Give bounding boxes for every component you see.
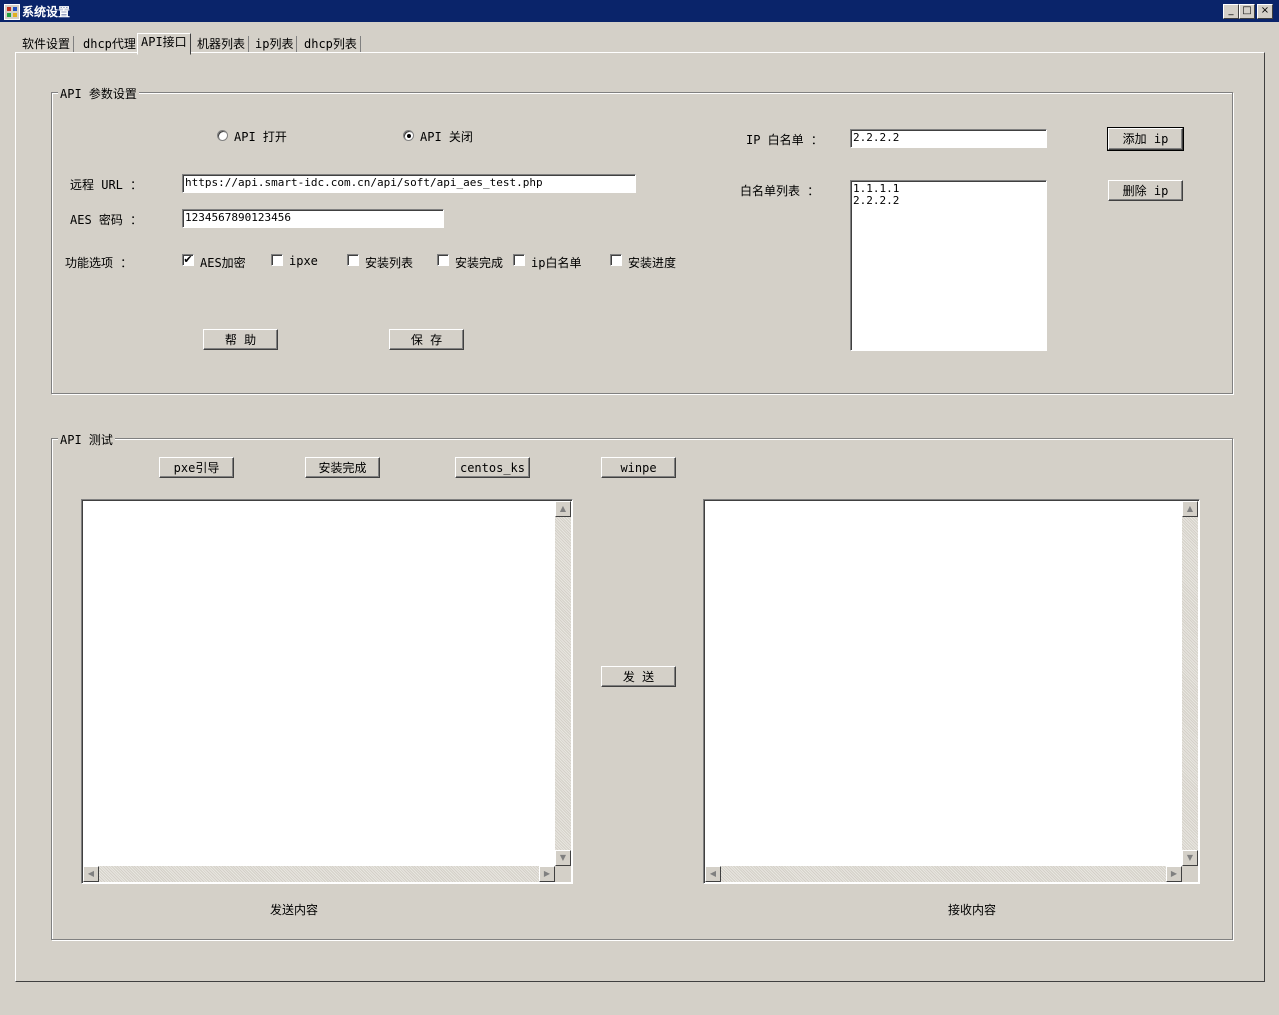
- install-complete-button[interactable]: 安装完成: [305, 457, 380, 478]
- api-test-legend: API 测试: [58, 431, 115, 448]
- centos-ks-button[interactable]: centos_ks: [455, 457, 530, 478]
- delete-ip-button[interactable]: 删除 ip: [1108, 180, 1183, 201]
- url-input[interactable]: https://api.smart-idc.com.cn/api/soft/ap…: [182, 174, 636, 193]
- scroll-corner: [555, 866, 571, 882]
- scroll-right-icon[interactable]: ▶: [539, 866, 555, 882]
- receive-content-label: 接收内容: [948, 903, 997, 917]
- ip-whitelist-checkbox[interactable]: [513, 254, 525, 266]
- add-ip-button[interactable]: 添加 ip: [1107, 127, 1184, 151]
- receive-content-textarea[interactable]: ▲ ▼ ◀ ▶: [703, 499, 1200, 884]
- install-list-label[interactable]: 安装列表: [365, 254, 413, 271]
- send-button[interactable]: 发 送: [601, 666, 676, 687]
- winpe-button[interactable]: winpe: [601, 457, 676, 478]
- scroll-right-icon[interactable]: ▶: [1166, 866, 1182, 882]
- window-title: 系统设置: [22, 5, 71, 19]
- scroll-down-icon[interactable]: ▼: [555, 850, 571, 866]
- aes-password-input[interactable]: 1234567890123456: [182, 209, 444, 228]
- scroll-up-icon[interactable]: ▲: [1182, 501, 1198, 517]
- send-vertical-scrollbar[interactable]: ▲ ▼: [555, 501, 571, 866]
- api-open-radio[interactable]: [217, 130, 228, 141]
- scroll-up-icon[interactable]: ▲: [555, 501, 571, 517]
- tab-dhcp-proxy[interactable]: dhcp代理: [80, 36, 140, 53]
- install-list-checkbox[interactable]: [347, 254, 359, 266]
- receive-vertical-scrollbar[interactable]: ▲ ▼: [1182, 501, 1198, 866]
- maximize-button[interactable]: □: [1239, 4, 1255, 19]
- ipxe-checkbox[interactable]: [271, 254, 283, 266]
- ip-whitelist-label: IP 白名单 ：: [746, 133, 823, 147]
- send-horizontal-scrollbar[interactable]: ◀ ▶: [83, 866, 555, 882]
- title-bar[interactable]: 系统设置 _ □ ×: [0, 0, 1279, 22]
- send-content-textarea[interactable]: ▲ ▼ ◀ ▶: [81, 499, 573, 884]
- url-label: 远程 URL ：: [70, 178, 143, 192]
- install-progress-checkbox[interactable]: [610, 254, 622, 266]
- receive-content-text: [705, 501, 1182, 866]
- whitelist-list-label: 白名单列表 ：: [740, 184, 820, 198]
- ipxe-label[interactable]: ipxe: [289, 254, 318, 268]
- tab-ip-list[interactable]: ip列表: [252, 36, 298, 53]
- tab-dhcp-list[interactable]: dhcp列表: [301, 36, 361, 53]
- api-open-label[interactable]: API 打开: [234, 128, 287, 145]
- api-settings-legend: API 参数设置: [58, 85, 139, 102]
- ip-whitelist-option-label[interactable]: ip白名单: [531, 254, 581, 271]
- options-label: 功能选项 ：: [65, 256, 133, 270]
- aes-encrypt-label[interactable]: AES加密: [200, 254, 246, 271]
- help-button[interactable]: 帮 助: [203, 329, 278, 350]
- pxe-boot-button[interactable]: pxe引导: [159, 457, 234, 478]
- send-content-label: 发送内容: [270, 903, 319, 917]
- scroll-corner: [1182, 866, 1198, 882]
- api-close-label[interactable]: API 关闭: [420, 128, 473, 145]
- api-close-radio[interactable]: [403, 130, 414, 141]
- install-complete-checkbox[interactable]: [437, 254, 449, 266]
- aes-encrypt-checkbox[interactable]: ✔: [182, 254, 194, 266]
- ip-whitelist-input[interactable]: 2.2.2.2: [850, 129, 1047, 148]
- send-content-text: [83, 501, 555, 866]
- aes-label: AES 密码 ：: [70, 213, 143, 227]
- whitelist-listbox[interactable]: 1.1.1.1 2.2.2.2: [850, 180, 1047, 351]
- install-progress-label[interactable]: 安装进度: [628, 254, 676, 271]
- tab-software-settings[interactable]: 软件设置: [19, 36, 75, 53]
- tab-machine-list[interactable]: 机器列表: [194, 36, 250, 53]
- receive-horizontal-scrollbar[interactable]: ◀ ▶: [705, 866, 1182, 882]
- app-icon: [4, 4, 20, 20]
- tab-api[interactable]: API接口: [137, 33, 191, 55]
- scroll-left-icon[interactable]: ◀: [83, 866, 99, 882]
- install-complete-label[interactable]: 安装完成: [455, 254, 503, 271]
- scroll-down-icon[interactable]: ▼: [1182, 850, 1198, 866]
- close-button[interactable]: ×: [1257, 4, 1273, 19]
- scroll-left-icon[interactable]: ◀: [705, 866, 721, 882]
- minimize-button[interactable]: _: [1223, 4, 1239, 19]
- whitelist-item[interactable]: 2.2.2.2: [853, 195, 1044, 207]
- save-button[interactable]: 保 存: [389, 329, 464, 350]
